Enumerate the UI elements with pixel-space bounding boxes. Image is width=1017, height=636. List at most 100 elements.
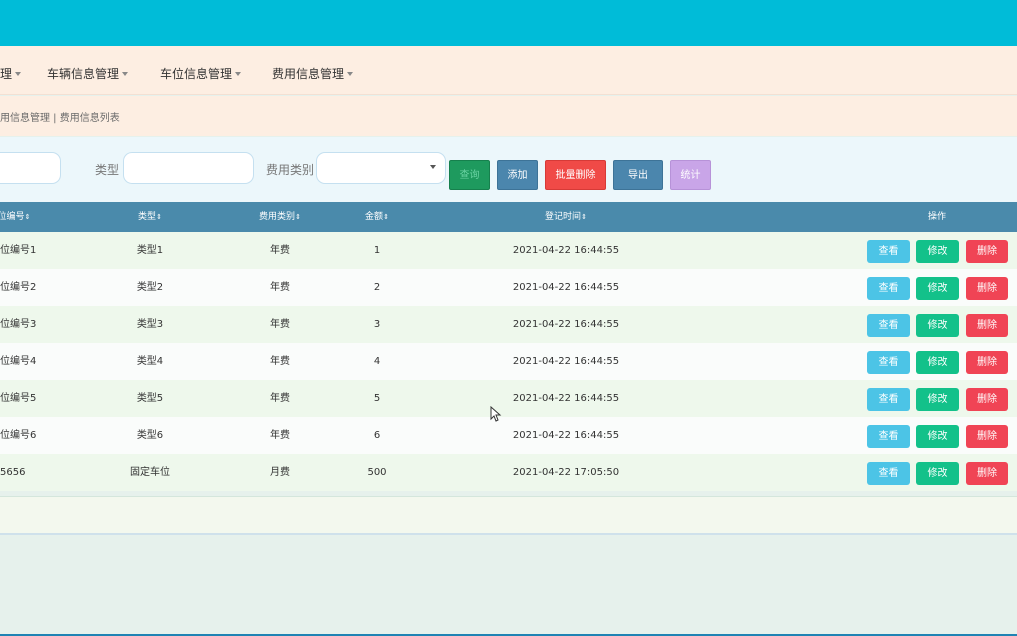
table-header: 位编号⇕ 类型⇕ 费用类别⇕ 金额⇕ 登记时间⇕ 操作 [0,202,1017,232]
edit-button[interactable]: 修改 [916,351,959,374]
cell-fee-category: 年费 [270,282,290,293]
cell-amount: 4 [373,356,381,367]
delete-button[interactable]: 删除 [966,462,1008,485]
chevron-down-icon [122,71,129,76]
breadcrumb-bar: 用信息管理 | 费用信息列表 [0,96,1017,136]
edit-button[interactable]: 修改 [916,314,959,337]
nav-item-label: 费用信息管理 [272,67,345,81]
view-button[interactable]: 查看 [867,462,910,485]
cell-type: 类型1 [136,245,164,256]
main-nav: 理 车辆信息管理 车位信息管理 费用信息管理 [0,46,1017,95]
delete-button[interactable]: 删除 [966,277,1008,300]
cell-type: 类型3 [136,319,164,330]
delete-button[interactable]: 删除 [966,351,1008,374]
column-header-amount[interactable]: 金额⇕ [365,202,389,232]
cell-fee-category: 年费 [270,356,290,367]
add-button[interactable]: 添加 [497,160,538,190]
sort-icon: ⇕ [581,213,587,221]
column-header-label: 费用类别 [259,212,296,222]
search-button[interactable]: 查询 [449,160,490,190]
cell-amount: 5 [373,393,381,404]
edit-button[interactable]: 修改 [916,240,959,263]
batch-delete-button[interactable]: 批量删除 [545,160,606,190]
column-header-label: 类型 [138,212,157,222]
cell-number: 位编号5 [0,393,37,404]
cell-number: 5656 [0,467,26,478]
type-search-input[interactable] [123,152,254,184]
mouse-cursor-icon [490,406,502,422]
cell-fee-category: 月费 [270,467,290,478]
type-label: 类型 [95,163,120,177]
sort-icon: ⇕ [24,213,31,221]
delete-button[interactable]: 删除 [966,425,1008,448]
view-button[interactable]: 查看 [867,351,910,374]
cell-fee-category: 年费 [270,319,290,330]
top-header-bar [0,0,1017,46]
breadcrumb: 用信息管理 | 费用信息列表 [0,113,120,124]
view-button[interactable]: 查看 [867,388,910,411]
delete-button[interactable]: 删除 [966,314,1008,337]
cell-number: 位编号2 [0,282,37,293]
cell-number: 位编号1 [0,245,37,256]
column-header-actions: 操作 [927,212,947,222]
view-button[interactable]: 查看 [867,240,910,263]
nav-item-vehicle-info[interactable]: 车辆信息管理 [47,46,129,95]
cell-reg-time: 2021-04-22 16:44:55 [512,430,620,441]
cell-number: 位编号6 [0,430,37,441]
nav-item-parking-space-info[interactable]: 车位信息管理 [160,46,242,95]
cell-fee-category: 年费 [270,393,290,404]
fee-category-label: 费用类别 [266,163,315,177]
column-header-fee-category[interactable]: 费用类别⇕ [259,202,301,232]
sort-icon: ⇕ [156,213,162,221]
edit-button[interactable]: 修改 [916,277,959,300]
nav-item-label: 车位信息管理 [160,67,233,81]
pagination-area [0,496,1017,535]
number-search-input[interactable] [0,152,61,184]
table-row: 位编号2 类型2 年费 2 2021-04-22 16:44:55 查看 修改 删除 [0,269,1017,306]
cell-amount: 3 [373,319,381,330]
table-row: 位编号4 类型4 年费 4 2021-04-22 16:44:55 查看 修改 删除 [0,343,1017,380]
nav-item-management[interactable]: 理 [0,46,22,95]
cell-amount: 2 [373,282,381,293]
column-header-label: 金额 [365,212,384,222]
chevron-down-icon [347,71,354,76]
sort-icon: ⇕ [383,213,389,221]
column-header-number[interactable]: 位编号⇕ [0,202,30,232]
cell-type: 固定车位 [130,467,170,478]
table-row: 位编号5 类型5 年费 5 2021-04-22 16:44:55 查看 修改 删除 [0,380,1017,417]
table-row: 位编号3 类型3 年费 3 2021-04-22 16:44:55 查看 修改 删除 [0,306,1017,343]
column-header-label: 位编号 [0,212,25,222]
cell-type: 类型6 [136,430,164,441]
delete-button[interactable]: 删除 [966,240,1008,263]
edit-button[interactable]: 修改 [916,462,959,485]
cell-reg-time: 2021-04-22 16:44:55 [512,245,620,256]
cell-amount: 500 [367,467,387,478]
fee-category-select[interactable] [316,152,446,184]
delete-button[interactable]: 删除 [966,388,1008,411]
nav-item-fee-info[interactable]: 费用信息管理 [272,46,354,95]
cell-number: 位编号4 [0,356,37,367]
stats-button[interactable]: 统计 [670,160,711,190]
cell-amount: 1 [373,245,381,256]
nav-item-label: 车辆信息管理 [47,67,120,81]
cell-reg-time: 2021-04-22 16:44:55 [512,282,620,293]
nav-item-label: 理 [0,67,13,81]
edit-button[interactable]: 修改 [916,388,959,411]
column-header-reg-time[interactable]: 登记时间⇕ [545,202,587,232]
view-button[interactable]: 查看 [867,314,910,337]
view-button[interactable]: 查看 [867,277,910,300]
view-button[interactable]: 查看 [867,425,910,448]
cell-type: 类型4 [136,356,164,367]
table-row: 位编号6 类型6 年费 6 2021-04-22 16:44:55 查看 修改 删除 [0,417,1017,454]
cell-type: 类型2 [136,282,164,293]
table-row: 5656 固定车位 月费 500 2021-04-22 17:05:50 查看 修改 删除 [0,454,1017,491]
chevron-down-icon [15,71,22,76]
chevron-down-icon [235,71,242,76]
cell-reg-time: 2021-04-22 16:44:55 [512,319,620,330]
column-header-type[interactable]: 类型⇕ [138,202,162,232]
export-button[interactable]: 导出 [613,160,663,190]
cell-fee-category: 年费 [270,245,290,256]
edit-button[interactable]: 修改 [916,425,959,448]
sort-icon: ⇕ [295,213,301,221]
cell-number: 位编号3 [0,319,37,330]
